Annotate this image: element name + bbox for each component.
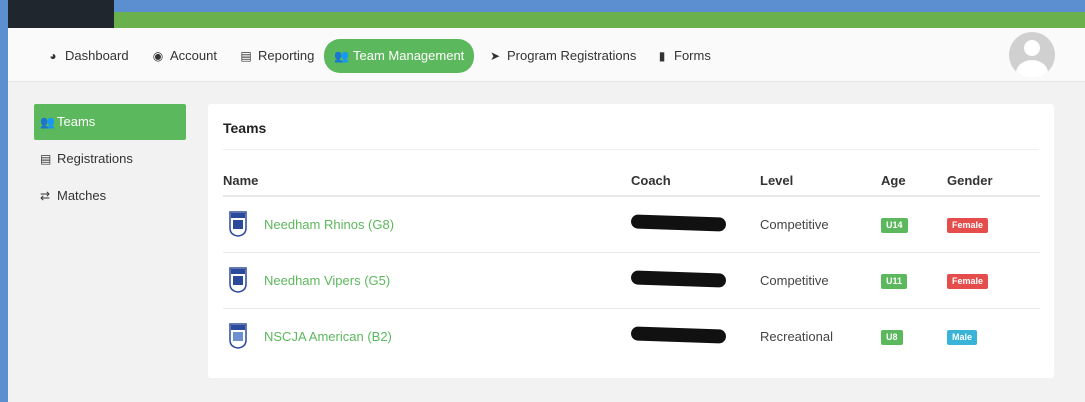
app-frame: ◕ Dashboard ◉ Account ▤ Reporting 👥 Team Man… [8,28,1085,402]
level-cell: Competitive [760,196,881,253]
users-icon: 👥 [40,115,55,129]
coach-cell [630,308,760,364]
table-row: NSCJA American (B2) Recreational U8 Male [223,308,1040,364]
gender-cell: Female [947,252,1040,309]
gender-cell: Female [947,196,1040,253]
card-title: Teams [223,120,267,136]
sidebar: 👥 Teams ▤ Registrations ⇄ Matches [34,104,186,215]
col-gender: Gender [947,166,1040,197]
gender-badge: Male [947,329,978,345]
name-cell: Needham Rhinos (G8) [223,196,631,253]
name-cell: Needham Vipers (G5) [223,252,631,309]
top-navigation: ◕ Dashboard ◉ Account ▤ Reporting 👥 Team Man… [8,28,1085,82]
table-header-row: Name Coach Level Age Gender [223,166,1040,197]
gender-badge: Female [947,217,989,233]
team-link[interactable]: Needham Vipers (G5) [264,273,390,288]
team-crest-icon [229,267,247,293]
users-icon: 👥 [334,49,349,63]
name-cell: NSCJA American (B2) [223,308,631,364]
age-cell: U8 [881,308,947,364]
age-cell: U11 [881,252,947,309]
coach-redacted [630,214,727,232]
level-cell: Recreational [760,328,833,344]
list-icon: ▤ [40,152,52,166]
coach-redacted [630,326,727,344]
age-badge: U11 [881,273,908,289]
team-crest-icon [229,323,247,350]
paper-plane-icon: ➤ [489,49,501,63]
age-badge: U14 [881,217,908,233]
age-badge: U8 [881,329,903,345]
sidebar-item-teams[interactable]: 👥 Teams [34,104,186,140]
document-icon: ▤ [240,49,252,63]
coach-cell [630,196,760,253]
team-crest-icon [229,211,247,238]
top-dark-block [8,0,114,28]
avatar-body [1016,60,1048,78]
gender-cell: Male [947,308,1040,364]
col-name: Name [223,166,631,197]
nav-dashboard[interactable]: ◕ Dashboard [36,39,139,73]
level-cell: Competitive [760,252,881,309]
avatar-head [1024,40,1040,56]
team-link[interactable]: NSCJA American (B2) [264,329,392,344]
browser-top-bar [0,0,1085,28]
teams-card: Teams Name Coach Level Age Gender Needha… [208,104,1054,378]
file-icon: ▮ [658,49,666,63]
teams-table: Name Coach Level Age Gender Needham Rhin… [223,166,1040,364]
col-age: Age [881,166,947,197]
coach-cell [630,252,760,309]
age-cell: U14 [881,196,947,253]
col-level: Level [760,166,881,197]
table-row: Needham Rhinos (G8) Competitive U14 Fema… [223,196,1040,253]
table-row: Needham Vipers (G5) Competitive U11 Fema… [223,252,1040,309]
nav-team-management[interactable]: 👥 Team Management [324,39,475,73]
top-green-strip [114,12,1085,28]
divider [223,149,1039,150]
dashboard-icon: ◕ [49,49,57,63]
sidebar-item-matches[interactable]: ⇄ Matches [34,178,186,214]
exchange-icon: ⇄ [40,189,51,203]
nav-reporting[interactable]: ▤ Reporting [229,39,324,73]
nav-program-registrations[interactable]: ➤ Program Registrations [478,39,646,73]
user-circle-icon: ◉ [152,49,164,63]
sidebar-item-registrations[interactable]: ▤ Registrations [34,141,186,177]
nav-account[interactable]: ◉ Account [141,39,227,73]
nav-forms[interactable]: ▮ Forms [645,39,721,73]
team-link[interactable]: Needham Rhinos (G8) [264,217,394,232]
gender-badge: Female [947,273,989,289]
col-coach: Coach [631,166,760,197]
coach-redacted [630,269,727,288]
user-avatar[interactable] [1009,32,1055,78]
